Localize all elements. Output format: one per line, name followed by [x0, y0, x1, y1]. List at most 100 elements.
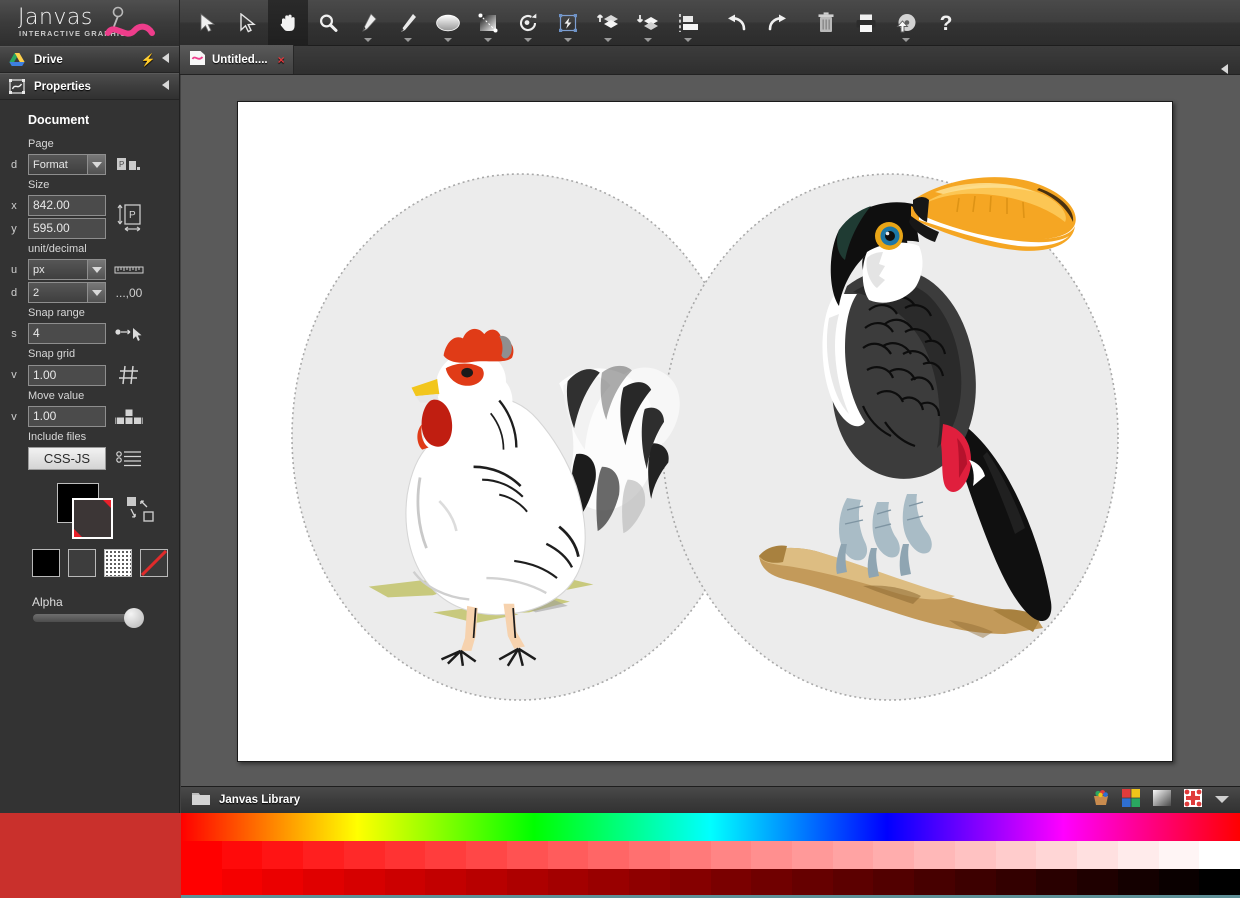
paint-pattern-box[interactable] [104, 549, 132, 577]
decimal-select[interactable]: 2 [28, 282, 106, 303]
ellipse-shape-tool[interactable] [428, 0, 468, 46]
paint-none-box[interactable] [140, 549, 168, 577]
palette-swatch[interactable] [466, 869, 507, 897]
help-button[interactable]: ? [926, 0, 966, 46]
size-x-input[interactable]: 842.00 [28, 195, 106, 216]
palette-swatch[interactable] [343, 869, 385, 897]
palette-swatch[interactable] [832, 841, 874, 869]
palette-swatch[interactable] [1158, 841, 1200, 869]
palette-swatch[interactable] [669, 841, 711, 869]
bring-forward-caret[interactable] [604, 37, 612, 42]
send-backward-tool[interactable] [628, 0, 668, 46]
alpha-slider[interactable] [33, 608, 144, 628]
pattern-swatch-icon[interactable] [1184, 788, 1202, 812]
palette-swatch[interactable] [710, 841, 752, 869]
alpha-slider-knob[interactable] [124, 608, 144, 628]
chevron-down-icon[interactable] [1214, 791, 1230, 809]
print-button[interactable] [846, 0, 886, 46]
palette-swatch[interactable] [262, 869, 304, 897]
transform-tool-caret[interactable] [564, 37, 572, 42]
palette-swatch[interactable] [954, 841, 996, 869]
palette-swatch[interactable] [914, 841, 955, 869]
zoom-magnifier-tool[interactable] [308, 0, 348, 46]
rotate-tool-caret[interactable] [524, 37, 532, 42]
palette-swatch[interactable] [629, 869, 670, 897]
palette-swatch[interactable] [1199, 869, 1240, 897]
snap-grid-input[interactable]: 1.00 [28, 364, 106, 386]
palette-swatch[interactable] [751, 869, 793, 897]
hue-gradient-strip[interactable] [181, 813, 1240, 841]
close-icon[interactable]: × [278, 53, 285, 67]
palette-swatch[interactable] [914, 869, 955, 897]
page-format-chevron-down-icon[interactable] [87, 155, 105, 174]
stroke-color-swatch[interactable] [72, 498, 113, 539]
palette-swatch[interactable] [1199, 841, 1240, 869]
hand-pan-tool[interactable] [268, 0, 308, 46]
shade-swatch-row[interactable] [181, 869, 1240, 897]
unit-select[interactable]: px [28, 259, 106, 280]
paint-solid-dark-box[interactable] [68, 549, 96, 577]
palette-swatch[interactable] [181, 841, 222, 869]
ellipse-tool-caret[interactable] [444, 37, 452, 42]
pencil-tool-caret[interactable] [404, 37, 412, 42]
palette-swatch[interactable] [995, 869, 1037, 897]
size-y-input[interactable]: 595.00 [28, 218, 106, 239]
css-js-button[interactable]: CSS-JS [28, 447, 106, 470]
pencil-tool[interactable] [388, 0, 428, 46]
document-tab[interactable]: Untitled.... × [180, 45, 294, 74]
palette-swatch[interactable] [710, 869, 752, 897]
palette-swatch[interactable] [792, 841, 833, 869]
palette-swatch[interactable] [262, 841, 304, 869]
palette-swatch[interactable] [873, 841, 915, 869]
palette-swatch[interactable] [1077, 841, 1118, 869]
palette-swatch[interactable] [1117, 841, 1159, 869]
palette-swatch[interactable] [995, 841, 1037, 869]
sidebar-panel-properties[interactable]: Properties ⚡ [0, 73, 179, 100]
palette-swatch[interactable] [1158, 869, 1200, 897]
palette-swatch[interactable] [506, 869, 548, 897]
paint-solid-black-box[interactable] [32, 549, 60, 577]
gradient-swatch-icon[interactable] [1152, 789, 1172, 812]
undo-button[interactable] [717, 0, 757, 46]
palette-swatch[interactable] [547, 869, 589, 897]
gradient-tool-caret[interactable] [484, 37, 492, 42]
color-grid-icon[interactable] [1122, 788, 1140, 812]
palette-swatch[interactable] [751, 841, 793, 869]
palette-swatch[interactable] [425, 869, 467, 897]
palette-swatch[interactable] [1036, 841, 1078, 869]
properties-collapse-icon[interactable] [157, 80, 173, 93]
palette-swatch[interactable] [303, 841, 344, 869]
canvas-viewport[interactable] [181, 75, 1240, 786]
rotate-tool[interactable] [508, 0, 548, 46]
swap-fill-stroke-icon[interactable] [124, 495, 158, 525]
gradient-tool[interactable] [468, 0, 508, 46]
assets-basket-icon[interactable] [1092, 789, 1110, 811]
palette-swatch[interactable] [506, 841, 548, 869]
document-page[interactable] [237, 101, 1173, 762]
unit-chevron-down-icon[interactable] [87, 260, 105, 279]
pen-tool-caret[interactable] [364, 37, 372, 42]
move-value-input[interactable]: 1.00 [28, 406, 106, 427]
color-palette[interactable] [181, 813, 1240, 898]
decimal-chevron-down-icon[interactable] [87, 283, 105, 302]
drive-collapse-icon[interactable] [157, 53, 173, 66]
sidebar-panel-drive[interactable]: Drive ⚡ [0, 46, 179, 73]
palette-swatch[interactable] [873, 869, 915, 897]
save-disk-button[interactable] [886, 0, 926, 46]
page-format-select[interactable]: Format [28, 154, 106, 175]
palette-swatch[interactable] [588, 841, 630, 869]
tabbar-collapse-icon[interactable] [1221, 64, 1240, 74]
bring-forward-tool[interactable] [588, 0, 628, 46]
palette-swatch[interactable] [221, 869, 263, 897]
palette-swatch[interactable] [832, 869, 874, 897]
transform-tool[interactable] [548, 0, 588, 46]
palette-swatch[interactable] [1036, 869, 1078, 897]
palette-swatch[interactable] [669, 869, 711, 897]
drive-bolt-icon[interactable]: ⚡ [139, 53, 157, 67]
palette-swatch[interactable] [466, 841, 507, 869]
palette-swatch[interactable] [181, 869, 222, 897]
direct-select-tool[interactable] [228, 0, 268, 46]
palette-swatch[interactable] [384, 841, 426, 869]
pen-tool[interactable] [348, 0, 388, 46]
palette-swatch[interactable] [343, 841, 385, 869]
